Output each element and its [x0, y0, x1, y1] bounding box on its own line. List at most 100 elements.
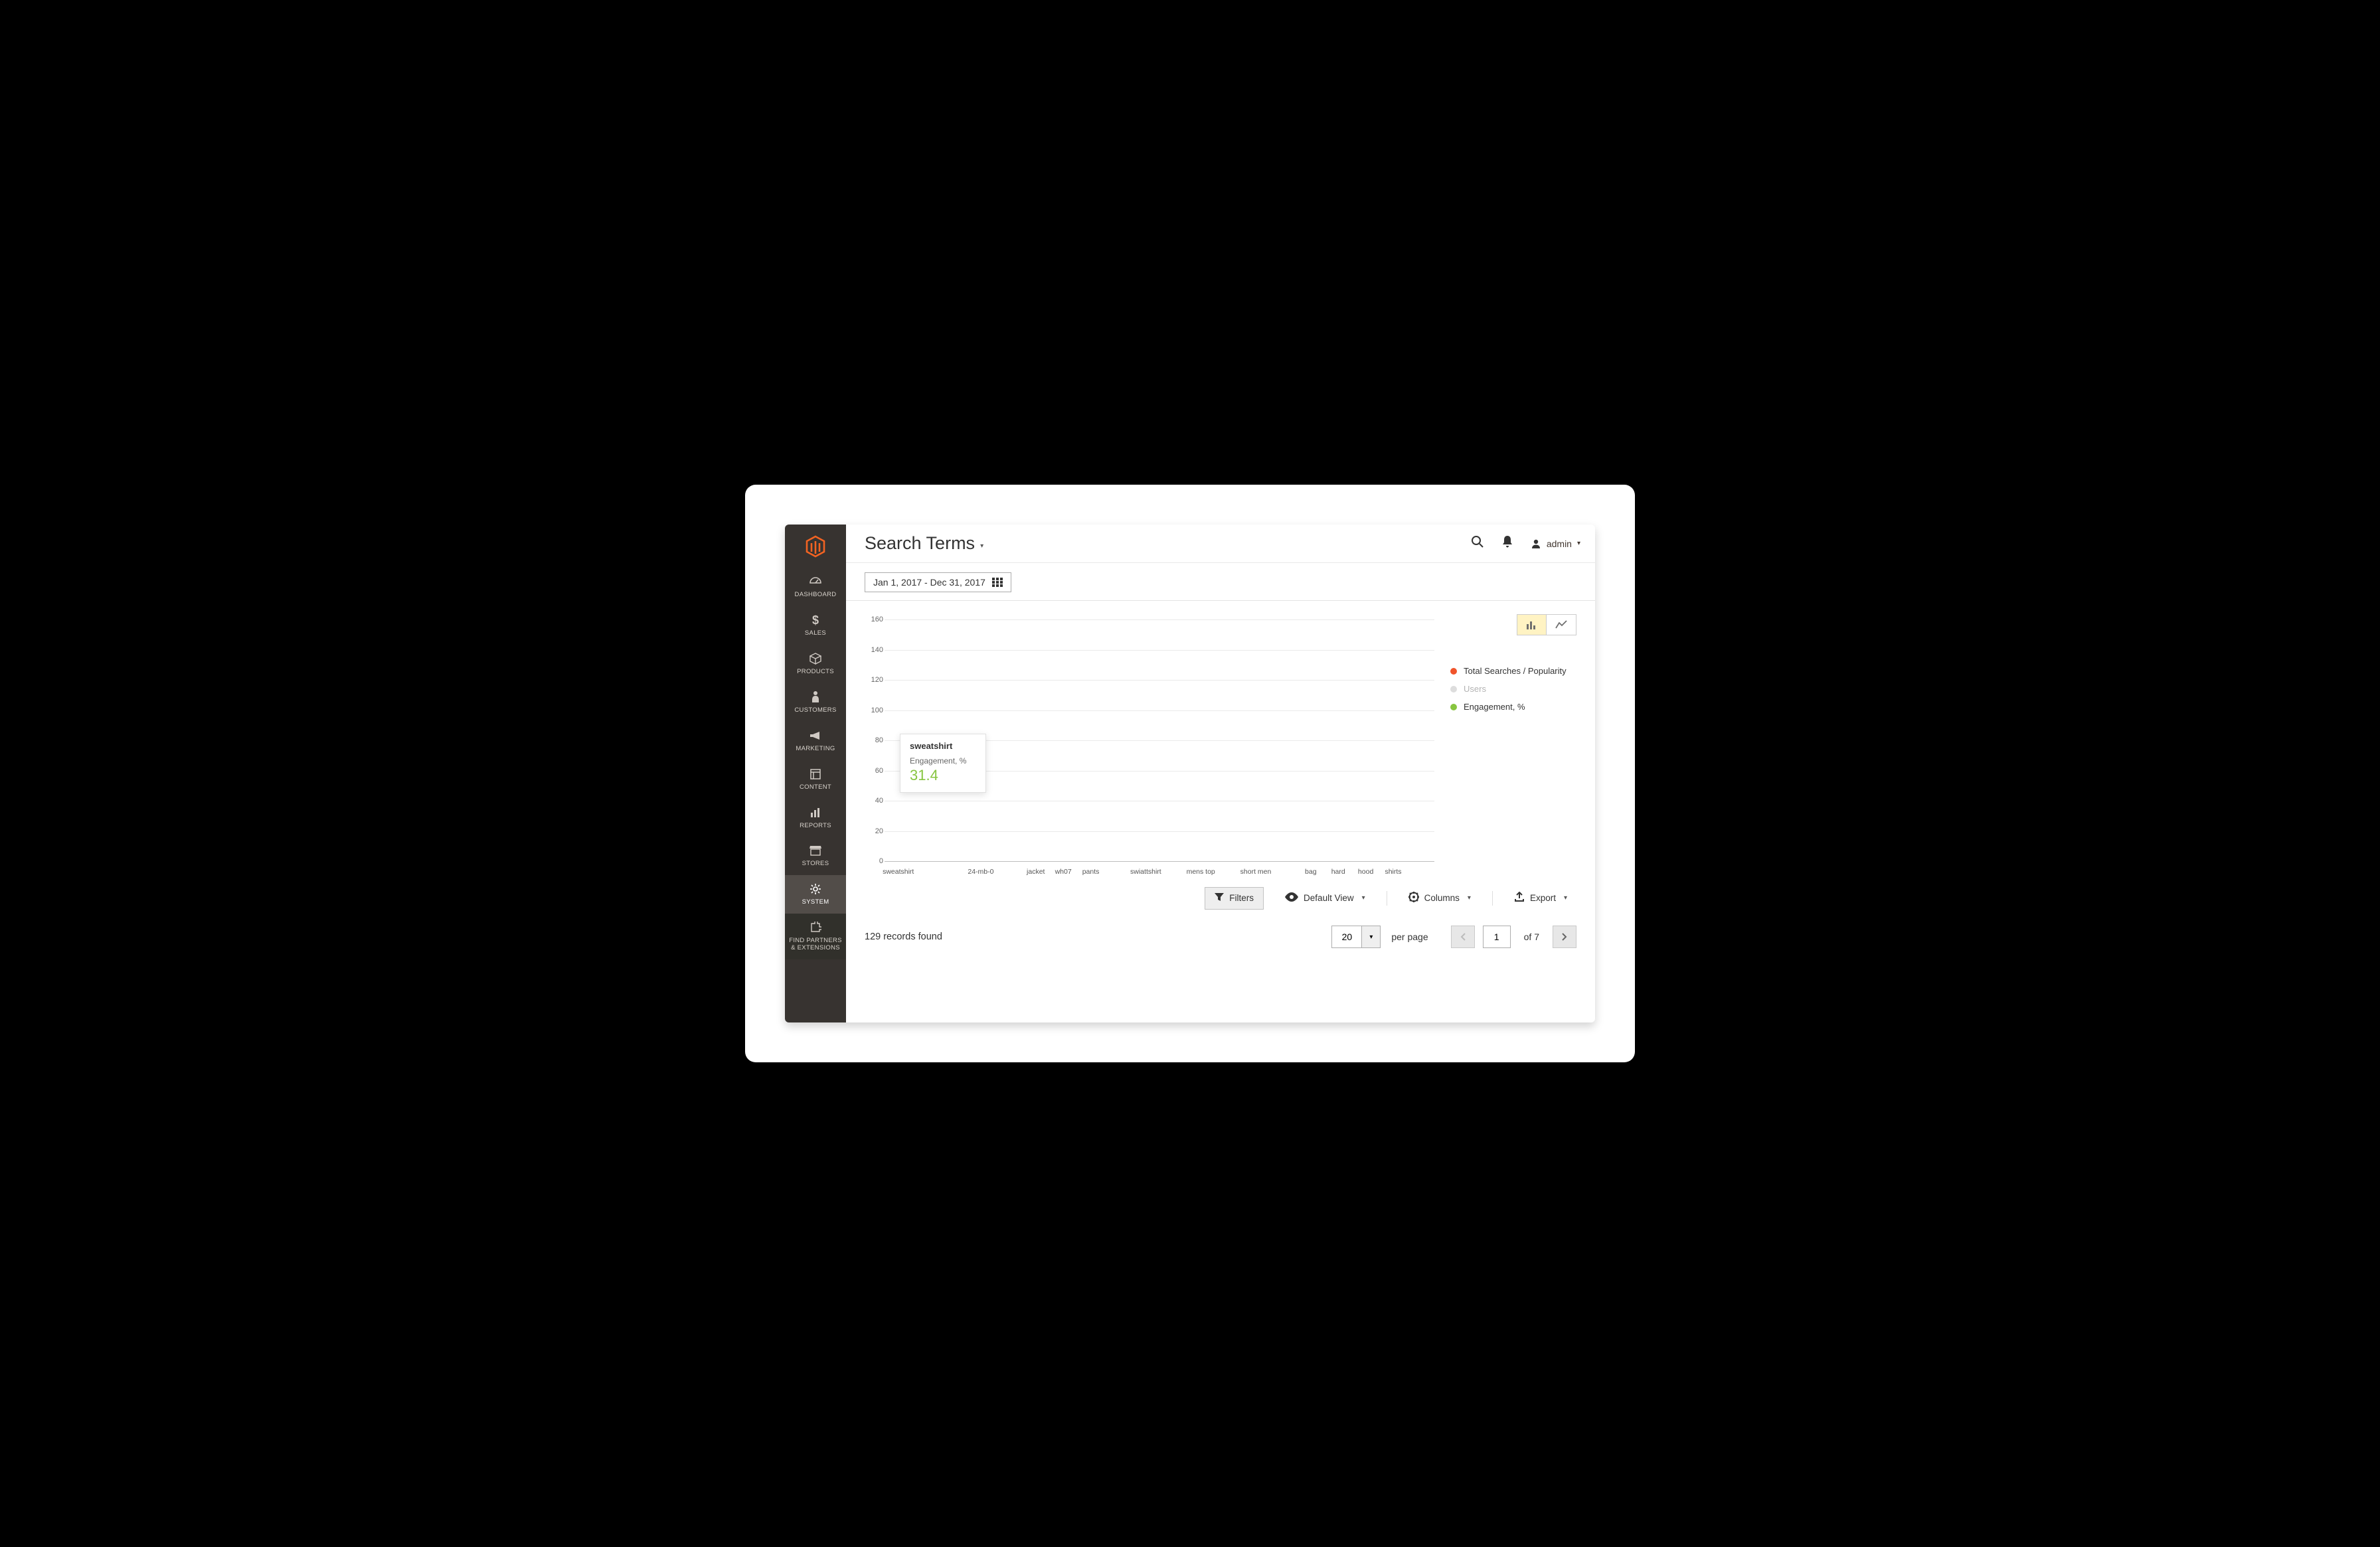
divider: [1492, 891, 1493, 906]
export-menu[interactable]: Export ▾: [1505, 886, 1576, 910]
page-title-text: Search Terms: [865, 533, 975, 554]
filters-label: Filters: [1229, 893, 1254, 903]
sidebar-item-reports[interactable]: REPORTS: [785, 799, 846, 837]
default-view-menu[interactable]: Default View ▾: [1276, 887, 1375, 909]
sidebar-item-label: STORES: [802, 860, 829, 868]
x-axis-label: pants: [1082, 868, 1100, 876]
sidebar-item-label: SALES: [805, 630, 826, 637]
main-content: Search Terms ▾ admin ▾ Jan 1, 2017 - D: [846, 525, 1595, 1022]
chart-legend: Total Searches / Popularity Users Engageme…: [1450, 666, 1576, 712]
tooltip-value: 31.4: [910, 767, 976, 784]
next-page-button[interactable]: [1553, 926, 1576, 948]
page-size-input[interactable]: [1331, 926, 1362, 948]
bar-chart-view-button[interactable]: [1517, 615, 1547, 635]
sidebar-item-products[interactable]: PRODUCTS: [785, 645, 846, 683]
y-axis-tick: 120: [867, 676, 883, 684]
x-axis-label: shirts: [1385, 868, 1401, 876]
app-window: DASHBOARD $ SALES PRODUCTS CUSTOMERS MARKETIN…: [785, 525, 1595, 1022]
sidebar-item-customers[interactable]: CUSTOMERS: [785, 683, 846, 722]
bars-icon: [810, 805, 821, 820]
admin-account-menu[interactable]: admin ▾: [1531, 538, 1580, 549]
x-axis-label: jacket: [1027, 868, 1045, 876]
chart-view-toggle: [1517, 614, 1576, 635]
x-axis-label: hard: [1331, 868, 1345, 876]
sidebar: DASHBOARD $ SALES PRODUCTS CUSTOMERS MARKETIN…: [785, 525, 846, 1022]
eye-icon: [1285, 892, 1298, 904]
dollar-icon: $: [812, 613, 819, 627]
sidebar-item-system[interactable]: SYSTEM: [785, 875, 846, 914]
x-axis-label: hood: [1358, 868, 1373, 876]
y-axis-tick: 0: [867, 857, 883, 865]
puzzle-icon: [809, 920, 821, 935]
sidebar-item-label: DASHBOARD: [795, 592, 837, 599]
x-axis-label: mens top: [1187, 868, 1215, 876]
grid-footer: 129 records found ▾ per page of 7: [846, 919, 1595, 960]
tooltip-category: sweatshirt: [910, 741, 976, 751]
filters-button[interactable]: Filters: [1205, 887, 1264, 910]
gear-icon: [1408, 892, 1419, 904]
legend-swatch: [1450, 668, 1457, 675]
y-axis-tick: 60: [867, 767, 883, 775]
prev-page-button[interactable]: [1451, 926, 1475, 948]
x-axis-label: wh07: [1055, 868, 1072, 876]
date-range-picker[interactable]: Jan 1, 2017 - Dec 31, 2017: [865, 572, 1011, 592]
y-axis-tick: 20: [867, 827, 883, 835]
calendar-icon: [992, 578, 1003, 587]
chevron-down-icon: ▾: [1577, 540, 1580, 547]
layout-icon: [810, 767, 821, 781]
sidebar-item-marketing[interactable]: MARKETING: [785, 722, 846, 760]
chevron-down-icon: ▾: [1564, 894, 1567, 902]
page-size-select: ▾: [1331, 926, 1381, 948]
page-size-dropdown-button[interactable]: ▾: [1362, 926, 1381, 948]
date-range-label: Jan 1, 2017 - Dec 31, 2017: [873, 577, 985, 588]
sidebar-item-label: REPORTS: [800, 823, 831, 830]
legend-swatch: [1450, 704, 1457, 710]
x-axis-label: swiattshirt: [1130, 868, 1161, 876]
sidebar-item-label: MARKETING: [796, 746, 835, 753]
sidebar-item-label: CUSTOMERS: [794, 707, 836, 714]
y-axis-tick: 80: [867, 736, 883, 744]
sidebar-item-dashboard[interactable]: DASHBOARD: [785, 568, 846, 606]
y-axis-tick: 100: [867, 706, 883, 714]
export-icon: [1514, 892, 1525, 904]
default-view-label: Default View: [1304, 893, 1354, 903]
per-page-label: per page: [1391, 932, 1428, 942]
title-dropdown-icon: ▾: [980, 542, 983, 550]
store-icon: [809, 843, 822, 858]
gauge-icon: [809, 574, 822, 589]
admin-username: admin: [1547, 538, 1572, 549]
y-axis-tick: 40: [867, 797, 883, 805]
sidebar-item-content[interactable]: CONTENT: [785, 760, 846, 799]
x-axis-label: 24-mb-0: [968, 868, 993, 876]
search-terms-chart: 020406080100120140160sweatshirt24-mb-0ja…: [865, 613, 1434, 878]
sidebar-item-label: SYSTEM: [802, 899, 829, 906]
notifications-icon[interactable]: [1501, 535, 1513, 552]
sidebar-item-label: FIND PARTNERS & EXTENSIONS: [788, 937, 843, 952]
sidebar-item-label: CONTENT: [800, 784, 831, 791]
legend-item[interactable]: Engagement, %: [1450, 702, 1576, 712]
sidebar-item-sales[interactable]: $ SALES: [785, 606, 846, 645]
line-chart-view-button[interactable]: [1547, 615, 1576, 635]
legend-item[interactable]: Total Searches / Popularity: [1450, 666, 1576, 676]
sidebar-item-stores[interactable]: STORES: [785, 837, 846, 875]
x-axis-label: short men: [1240, 868, 1272, 876]
columns-menu[interactable]: Columns ▾: [1399, 886, 1480, 910]
records-found: 129 records found: [865, 932, 942, 942]
sidebar-item-find-partners-extensions[interactable]: FIND PARTNERS & EXTENSIONS: [785, 914, 846, 959]
sidebar-item-label: PRODUCTS: [797, 669, 834, 676]
search-icon[interactable]: [1471, 535, 1484, 552]
magento-logo[interactable]: [785, 525, 846, 568]
current-page-input[interactable]: [1483, 926, 1511, 948]
export-label: Export: [1530, 893, 1556, 903]
page-title[interactable]: Search Terms ▾: [865, 533, 983, 554]
x-axis-label: bag: [1305, 868, 1317, 876]
grid-actions: Filters Default View ▾ Columns ▾: [846, 884, 1595, 919]
legend-swatch: [1450, 686, 1457, 692]
gear-icon: [809, 882, 821, 896]
y-axis-tick: 160: [867, 615, 883, 623]
box-icon: [809, 651, 821, 666]
tooltip-metric: Engagement, %: [910, 756, 976, 766]
legend-item[interactable]: Users: [1450, 684, 1576, 694]
legend-label: Total Searches / Popularity: [1464, 666, 1567, 676]
of-pages: of 7: [1524, 932, 1539, 942]
